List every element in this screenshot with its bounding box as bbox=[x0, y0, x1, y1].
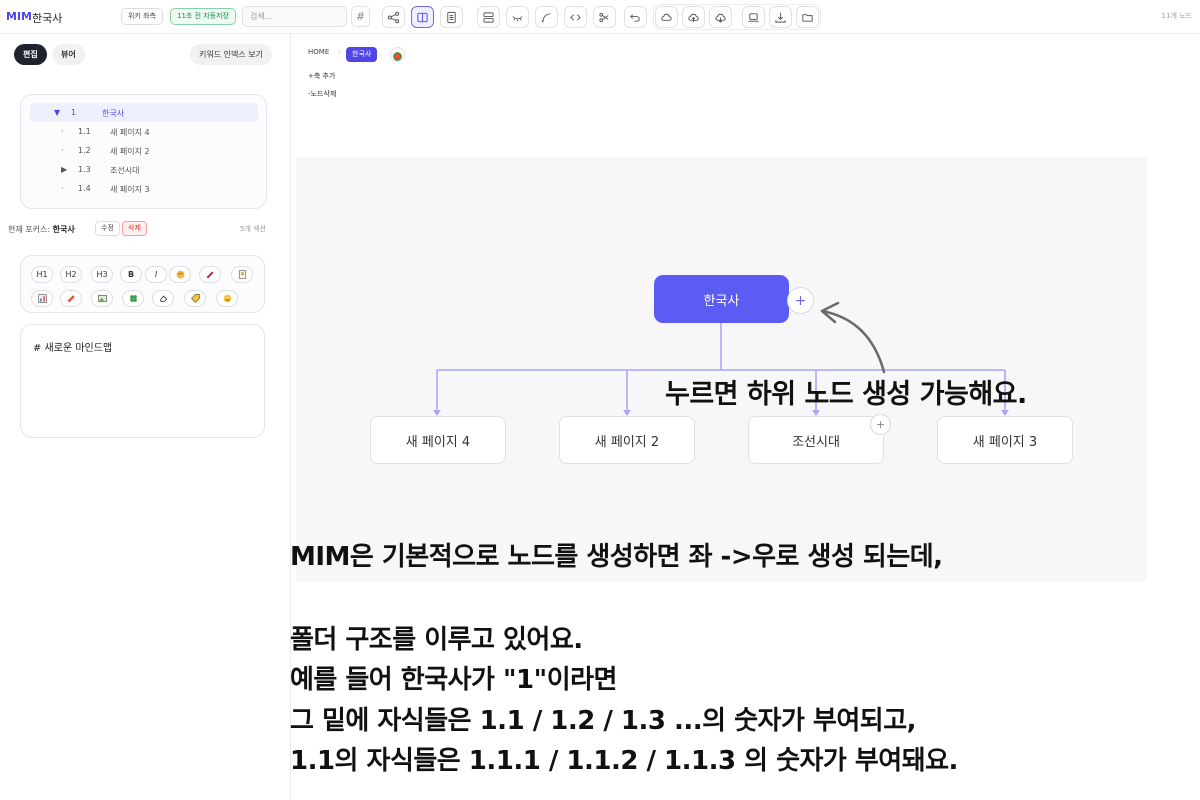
callout-text: 누르면 하위 노드 생성 가능해요. bbox=[665, 379, 1027, 410]
child-node[interactable]: 새 페이지 2 bbox=[559, 416, 695, 464]
annotation-line-3: 예를 들어 한국사가 "1"이라면 bbox=[290, 665, 617, 695]
annotation-line-4: 그 밑에 자식들은 1.1 / 1.2 / 1.3 ...의 숫자가 부여되고, bbox=[290, 706, 917, 736]
annotation-line-1: MIM은 기본적으로 노드를 생성하면 좌 ->우로 생성 되는데, bbox=[290, 542, 943, 572]
annotation-line-2: 폴더 구조를 이루고 있어요. bbox=[290, 625, 583, 655]
child-add-plus-button[interactable]: + bbox=[870, 414, 891, 435]
add-child-plus-button[interactable]: + bbox=[787, 287, 814, 314]
root-node[interactable]: 한국사 bbox=[654, 275, 789, 323]
child-node[interactable]: 조선시대 bbox=[748, 416, 884, 464]
child-node[interactable]: 새 페이지 3 bbox=[937, 416, 1073, 464]
annotation-line-5: 1.1의 자식들은 1.1.1 / 1.1.2 / 1.1.3 의 숫자가 부여… bbox=[290, 746, 958, 776]
child-node[interactable]: 새 페이지 4 bbox=[370, 416, 506, 464]
annotation-arrow bbox=[820, 301, 886, 374]
